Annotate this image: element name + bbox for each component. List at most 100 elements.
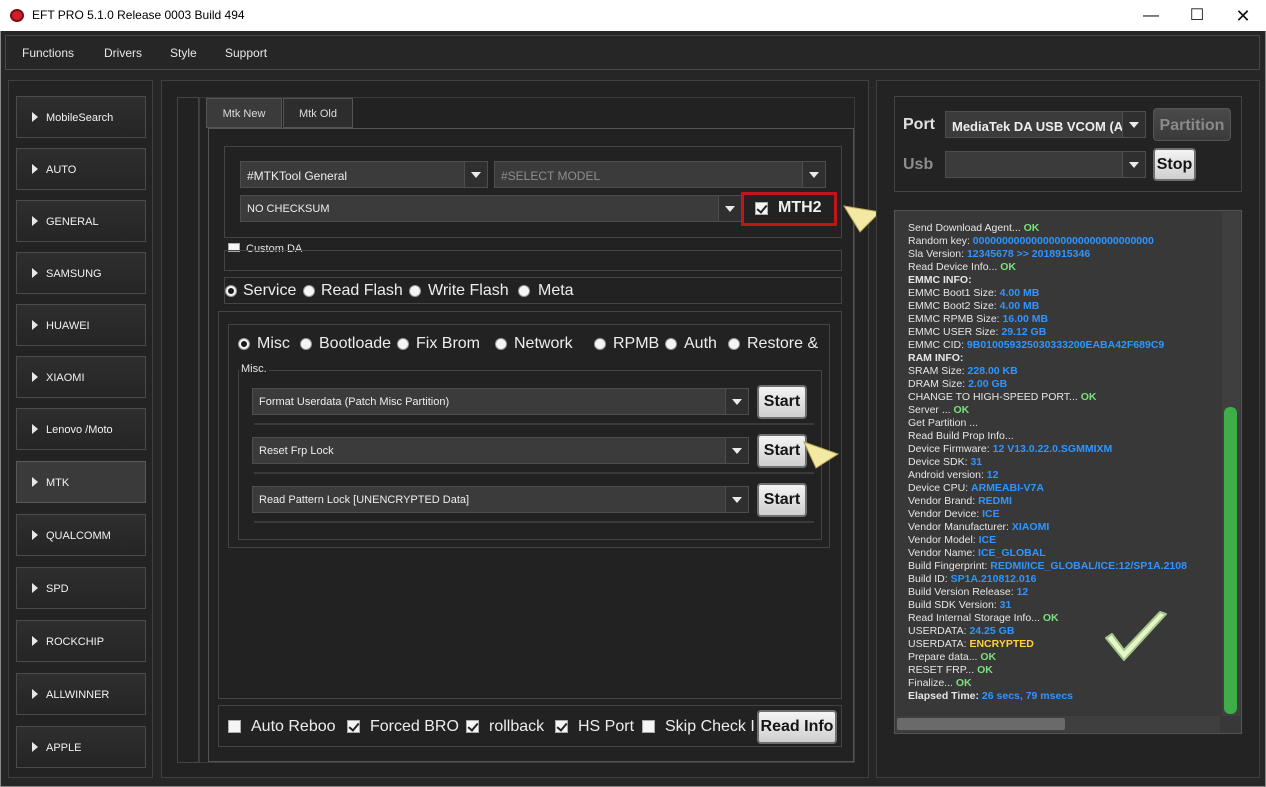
log-line-text: Random key: — [908, 235, 973, 247]
sidebar-item-general[interactable]: GENERAL — [16, 200, 146, 242]
menu-style[interactable]: Style — [170, 46, 197, 60]
title-bar: EFT PRO 5.1.0 Release 0003 Build 494 — ☐… — [0, 0, 1266, 31]
start-format-userdata-button[interactable]: Start — [757, 385, 807, 419]
log-line: Vendor Name: ICE_GLOBAL — [908, 547, 1046, 559]
log-line: Build SDK Version: 31 — [908, 599, 1011, 611]
subtab-restore-radio[interactable] — [728, 338, 740, 350]
skip-check-checkbox[interactable] — [642, 720, 655, 733]
menu-support[interactable]: Support — [225, 46, 267, 60]
tab-mtk-old[interactable]: Mtk Old — [283, 98, 353, 128]
checkmark-icon — [1105, 611, 1167, 661]
subtab-network-radio[interactable] — [495, 338, 507, 350]
log-line: DRAM Size: 2.00 GB — [908, 378, 1007, 390]
custom-da-box — [224, 250, 842, 271]
sidebar-item-lenovo-moto[interactable]: Lenovo /Moto — [16, 408, 146, 450]
log-line-text: Build SDK Version: — [908, 599, 1000, 611]
log-line-text: Device Firmware: — [908, 443, 993, 455]
log-line-value: 31 — [999, 599, 1012, 611]
menu-functions[interactable]: Functions — [22, 46, 74, 60]
read-pattern-lock-select[interactable]: Read Pattern Lock [UNENCRYPTED Data] — [252, 486, 749, 513]
sidebar-item-spd[interactable]: SPD — [16, 567, 146, 609]
log-line: USERDATA: 24.25 GB — [908, 625, 1014, 637]
log-line-text: EMMC INFO: — [908, 274, 972, 286]
forced-brom-checkbox[interactable] — [347, 720, 360, 733]
rollback-checkbox[interactable] — [466, 720, 479, 733]
rollback-label: rollback — [489, 718, 545, 735]
log-line-value: 12 V13.0.22.0.SGMMIXM — [992, 443, 1113, 455]
divider — [254, 521, 814, 523]
mth2-checkbox[interactable] — [755, 202, 768, 215]
hs-port-label: HS Port — [578, 718, 635, 735]
subtab-rpmb-label: RPMB — [613, 335, 660, 352]
chevron-down-icon — [725, 438, 748, 463]
log-line-value: OK — [1042, 612, 1059, 624]
reset-frp-select[interactable]: Reset Frp Lock — [252, 437, 749, 464]
sidebar-item-huawei[interactable]: HUAWEI — [16, 304, 146, 346]
tab-mtk-new[interactable]: Mtk New — [206, 98, 282, 128]
log-line-value: 4.00 MB — [999, 287, 1040, 299]
sidebar-item-mtk[interactable]: MTK — [16, 461, 146, 503]
maximize-icon[interactable]: ☐ — [1174, 4, 1220, 28]
sidebar-item-samsung[interactable]: SAMSUNG — [16, 252, 146, 294]
mode-group — [224, 277, 842, 304]
log-line: Vendor Model: ICE — [908, 534, 996, 546]
sidebar-item-mobilesearch[interactable]: MobileSearch — [16, 96, 146, 138]
auto-reboot-checkbox[interactable] — [228, 720, 241, 733]
log-line-value: 24.25 GB — [969, 625, 1015, 637]
log-line-value: 16.00 MB — [1002, 313, 1049, 325]
start-reset-frp-button[interactable]: Start — [757, 434, 807, 468]
caret-right-icon — [32, 372, 38, 382]
caret-right-icon — [32, 689, 38, 699]
horizontal-scrollbar-thumb[interactable] — [897, 718, 1065, 730]
model-select[interactable]: #SELECT MODEL — [494, 161, 826, 188]
usb-select[interactable] — [945, 151, 1146, 178]
log-line-value: 12 — [1016, 586, 1029, 598]
format-userdata-select[interactable]: Format Userdata (Patch Misc Partition) — [252, 388, 749, 415]
log-line-text: Build ID: — [908, 573, 951, 585]
minimize-icon[interactable]: — — [1128, 4, 1174, 28]
subtab-rpmb-radio[interactable] — [594, 338, 606, 350]
log-line: Device Firmware: 12 V13.0.22.0.SGMMIXM — [908, 443, 1112, 455]
window-title: EFT PRO 5.1.0 Release 0003 Build 494 — [32, 8, 245, 22]
sidebar-item-qualcomm[interactable]: QUALCOMM — [16, 514, 146, 556]
sidebar-item-apple[interactable]: APPLE — [16, 726, 146, 768]
menu-drivers[interactable]: Drivers — [104, 46, 142, 60]
mth2-label: MTH2 — [778, 199, 822, 216]
log-line-text: RAM INFO: — [908, 352, 964, 364]
sidebar-item-allwinner[interactable]: ALLWINNER — [16, 673, 146, 715]
log-line: Build Version Release: 12 — [908, 586, 1028, 598]
log-line-value: OK — [980, 651, 997, 663]
chevron-down-icon — [725, 487, 748, 512]
mode-read-flash-radio[interactable] — [303, 285, 315, 297]
port-select[interactable]: MediaTek DA USB VCOM (Ar — [945, 111, 1146, 138]
stop-button[interactable]: Stop — [1153, 148, 1196, 181]
log-line: Read Device Info... OK — [908, 261, 1016, 273]
sidebar-item-auto[interactable]: AUTO — [16, 148, 146, 190]
caret-right-icon — [32, 477, 38, 487]
mode-write-flash-radio[interactable] — [409, 285, 421, 297]
log-line: Build ID: SP1A.210812.016 — [908, 573, 1036, 585]
log-line-value: 31 — [970, 456, 983, 468]
sidebar-item-xiaomi[interactable]: XIAOMI — [16, 356, 146, 398]
log-line-text: Send Download Agent... — [908, 222, 1024, 234]
subtab-misc-radio[interactable] — [238, 338, 250, 350]
start-read-pattern-lock-button[interactable]: Start — [757, 483, 807, 517]
checksum-select[interactable]: NO CHECKSUM — [240, 195, 742, 222]
divider — [254, 423, 814, 425]
partition-button[interactable]: Partition — [1153, 108, 1231, 141]
log-line-value: REDMI — [978, 495, 1012, 507]
sidebar-item-rockchip[interactable]: ROCKCHIP — [16, 620, 146, 662]
close-icon[interactable]: ✕ — [1220, 4, 1266, 28]
vertical-scrollbar-thumb[interactable] — [1224, 407, 1237, 714]
hs-port-checkbox[interactable] — [555, 720, 568, 733]
subtab-fix-brom-radio[interactable] — [397, 338, 409, 350]
log-line: EMMC Boot2 Size: 4.00 MB — [908, 300, 1039, 312]
caret-right-icon — [32, 742, 38, 752]
subtab-auth-radio[interactable] — [665, 338, 677, 350]
mode-service-radio[interactable] — [225, 285, 237, 297]
read-info-button[interactable]: Read Info — [757, 710, 837, 744]
subtab-bootloader-radio[interactable] — [300, 338, 312, 350]
log-line-value: 4.00 MB — [999, 300, 1040, 312]
mode-meta-radio[interactable] — [518, 285, 530, 297]
tool-select[interactable]: #MTKTool General — [240, 161, 488, 188]
